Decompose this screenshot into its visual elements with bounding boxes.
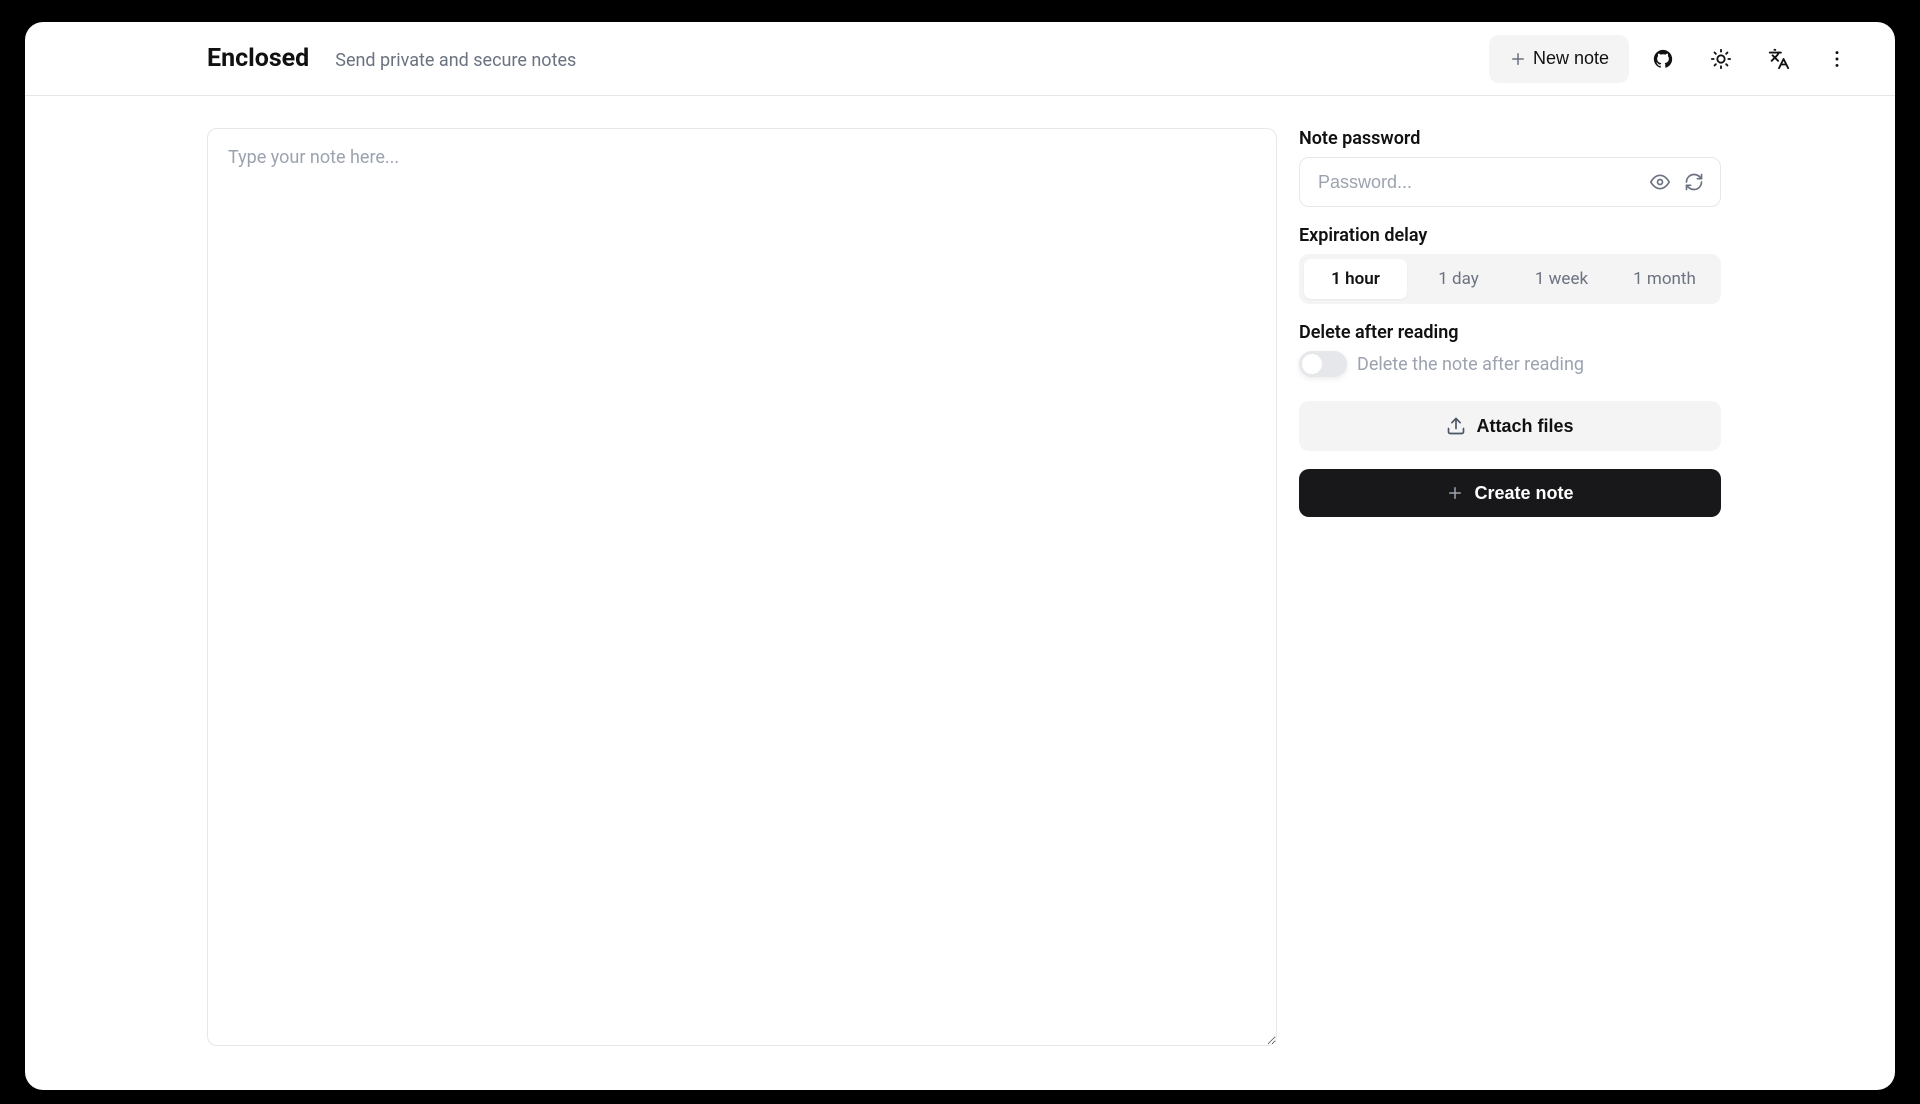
github-icon [1652,48,1674,70]
sun-icon [1710,48,1732,70]
password-field-wrap [1299,157,1721,207]
header-brand: Enclosed Send private and secure notes [59,44,576,73]
eye-icon [1650,172,1670,192]
expiration-option-1hour[interactable]: 1 hour [1304,259,1407,299]
new-note-button[interactable]: New note [1489,35,1629,83]
github-button[interactable] [1639,35,1687,83]
plus-icon [1509,50,1527,68]
expiration-section: Expiration delay 1 hour 1 day 1 week 1 m… [1299,225,1721,304]
note-textarea[interactable] [207,128,1277,1046]
expiration-tabs: 1 hour 1 day 1 week 1 month [1299,254,1721,304]
expiration-label: Expiration delay [1299,225,1721,246]
delete-after-reading-toggle[interactable] [1299,351,1347,377]
main-content: Note password Expiration delay [25,96,1895,1090]
app-window: Enclosed Send private and secure notes N… [25,22,1895,1090]
tagline: Send private and secure notes [335,50,576,71]
language-button[interactable] [1755,35,1803,83]
toggle-knob [1302,354,1322,374]
more-menu-button[interactable] [1813,35,1861,83]
settings-panel: Note password Expiration delay [1299,128,1721,1058]
expiration-option-1week[interactable]: 1 week [1510,259,1613,299]
expiration-option-1day[interactable]: 1 day [1407,259,1510,299]
delete-after-reading-row: Delete the note after reading [1299,351,1721,377]
theme-toggle-button[interactable] [1697,35,1745,83]
show-password-button[interactable] [1646,168,1674,196]
delete-after-reading-description: Delete the note after reading [1357,354,1584,375]
delete-after-reading-label: Delete after reading [1299,322,1721,343]
password-section: Note password [1299,128,1721,207]
attach-files-label: Attach files [1476,416,1573,437]
logo[interactable]: Enclosed [207,44,309,73]
new-note-label: New note [1533,48,1609,69]
expiration-option-1month[interactable]: 1 month [1613,259,1716,299]
password-label: Note password [1299,128,1721,149]
header: Enclosed Send private and secure notes N… [25,22,1895,96]
refresh-icon [1684,172,1704,192]
delete-after-reading-section: Delete after reading Delete the note aft… [1299,322,1721,377]
create-note-button[interactable]: Create note [1299,469,1721,517]
password-input[interactable] [1300,158,1646,206]
more-vertical-icon [1826,48,1848,70]
generate-password-button[interactable] [1680,168,1708,196]
plus-icon [1446,484,1464,502]
attach-files-button[interactable]: Attach files [1299,401,1721,451]
upload-icon [1446,416,1466,436]
header-actions: New note [1489,35,1861,83]
translate-icon [1768,48,1790,70]
create-note-label: Create note [1474,483,1573,504]
